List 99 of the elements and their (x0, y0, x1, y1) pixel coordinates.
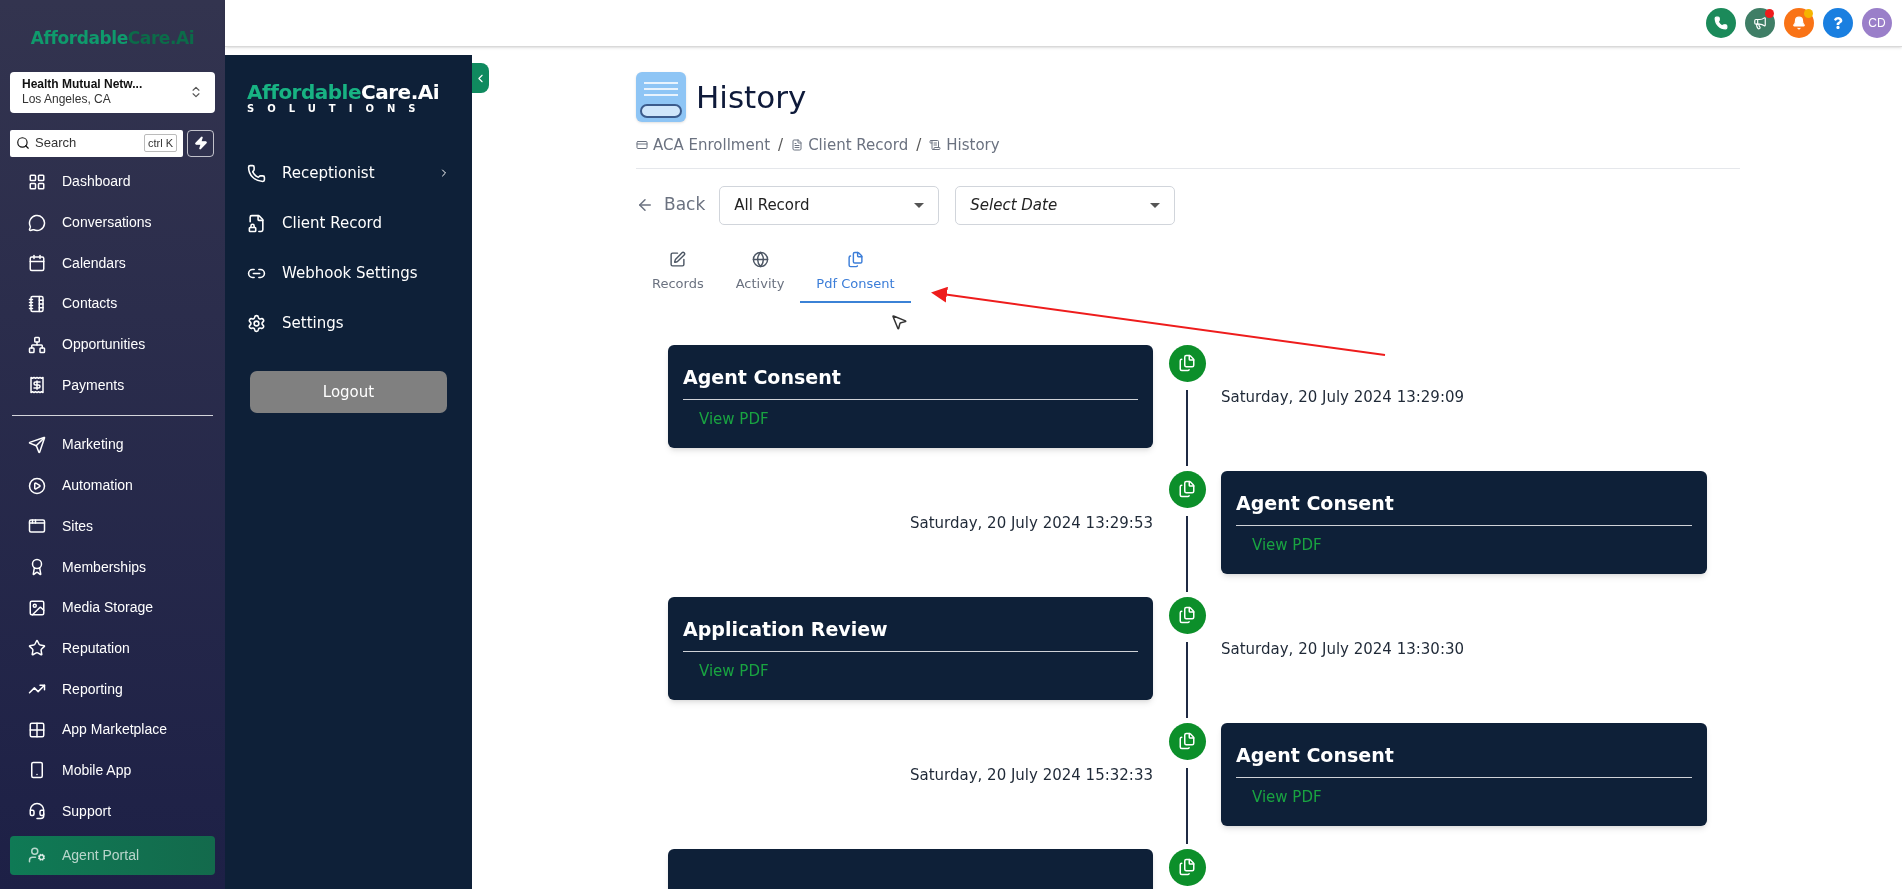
play-circle-icon (28, 476, 46, 495)
phone-icon (1714, 16, 1728, 30)
files-icon (846, 251, 864, 269)
paper-plane-icon (28, 435, 46, 454)
bell-button[interactable] (1784, 8, 1814, 38)
help-icon (1832, 17, 1844, 29)
date-select[interactable]: Select Date (955, 185, 1176, 225)
card-title: Application Review (683, 616, 889, 642)
nav-item[interactable]: Payments (10, 364, 215, 406)
globe-icon (751, 251, 769, 269)
grid-icon (28, 720, 46, 739)
collapse-button[interactable] (472, 63, 489, 93)
document-icon (791, 139, 804, 152)
calendar-icon (28, 254, 46, 273)
nav-item[interactable]: Memberships (10, 546, 215, 588)
timestamp: Saturday, 20 July 2024 13:29:53 (909, 512, 1153, 534)
receipt-icon (28, 376, 46, 395)
pdf-files-icon (1168, 344, 1206, 382)
nav-item[interactable]: Agent Portal (10, 835, 215, 875)
tab[interactable]: Pdf Consent (800, 244, 911, 303)
caret-icon (914, 202, 925, 208)
card-title: Agent Consent (683, 364, 842, 390)
nav-item[interactable]: Reporting (10, 668, 215, 710)
nav-item[interactable]: Media Storage (10, 587, 215, 629)
timestamp: Saturday, 20 July 2024 15:32:33 (909, 764, 1153, 786)
page-title: History (696, 77, 807, 117)
breadcrumb-separator: / (916, 135, 922, 156)
timestamp: Saturday, 20 July 2024 13:30:30 (1221, 638, 1465, 660)
network-icon (28, 335, 46, 354)
record-select[interactable]: All Record (719, 185, 940, 225)
star-icon (28, 639, 46, 658)
notebook-icon (28, 294, 46, 313)
document-shield-icon (247, 213, 266, 233)
nav-item[interactable]: Mobile App (10, 750, 215, 791)
user-gear-icon (28, 846, 46, 864)
account-location: Los Angeles, CA (22, 92, 112, 107)
menu-item[interactable]: Client Record (247, 198, 450, 248)
nav-item[interactable]: Contacts (10, 283, 215, 325)
card-title: Agent Consent (1236, 742, 1395, 768)
back-button[interactable]: Back (636, 192, 720, 218)
search-icon (16, 136, 30, 150)
quick-action-button[interactable] (187, 129, 214, 157)
pdf-files-icon (1168, 596, 1206, 634)
nav-item[interactable]: Sites (10, 506, 215, 547)
shortcut-hint: ctrl K (143, 133, 177, 153)
pdf-files-icon (1168, 848, 1206, 886)
search-field[interactable]: Search ctrl K (10, 129, 183, 157)
breadcrumb-link[interactable]: History (929, 134, 1000, 157)
card-title: Agent Consent (1236, 490, 1395, 516)
nav-item[interactable]: Conversations (10, 202, 215, 243)
pdf-files-icon (1168, 722, 1206, 760)
settings-icon (247, 313, 266, 333)
search-input[interactable]: Search (35, 133, 125, 153)
pdf-files-icon (1168, 470, 1206, 508)
tab[interactable]: Activity (719, 244, 801, 303)
phone-icon (247, 163, 266, 183)
tab[interactable]: Records (636, 244, 720, 303)
mouse-cursor-icon (890, 313, 908, 331)
breadcrumb-link[interactable]: ACA Enrollment (636, 134, 771, 157)
megaphone-button[interactable] (1745, 8, 1775, 38)
megaphone-icon (1753, 16, 1767, 30)
phone-icon (28, 761, 46, 780)
caret-icon (1150, 202, 1161, 208)
view-pdf-link[interactable]: View PDF (699, 408, 769, 431)
logout-button[interactable]: Logout (250, 371, 447, 413)
breadcrumb-separator: / (778, 135, 784, 156)
view-pdf-link[interactable]: View PDF (1252, 534, 1322, 557)
phone-button[interactable] (1706, 8, 1736, 38)
brand-logo: AffordableCare.Ai (30, 27, 195, 50)
view-pdf-link[interactable]: View PDF (1252, 786, 1322, 809)
nav-item[interactable]: Reputation (10, 628, 215, 669)
nav-item[interactable]: Support (10, 790, 215, 832)
menu-item[interactable]: Receptionist (247, 148, 450, 198)
view-pdf-link[interactable]: View PDF (699, 660, 769, 683)
nav-item[interactable]: Marketing (10, 424, 215, 466)
nav-item[interactable]: Opportunities (10, 324, 215, 365)
headset-icon (28, 802, 46, 821)
breadcrumb-link[interactable]: Client Record (791, 134, 909, 157)
grid-icon (28, 172, 46, 191)
menu-item[interactable]: Settings (247, 298, 450, 348)
nav-item[interactable]: Automation (10, 465, 215, 506)
menu-item[interactable]: Webhook Settings (247, 248, 450, 298)
edit-icon (669, 251, 687, 269)
lightning-icon (193, 136, 208, 150)
window-icon (28, 517, 46, 536)
nav-item[interactable]: App Marketplace (10, 709, 215, 751)
receipt-roll-icon (636, 72, 686, 122)
timestamp: Saturday, 20 July 2024 13:29:09 (1221, 386, 1465, 408)
chat-bubble-icon (28, 213, 46, 232)
nav-item[interactable]: Dashboard (10, 161, 215, 203)
image-icon (28, 598, 46, 617)
solutions-logo: AffordableCare.Ai SOLUTIONS (247, 82, 441, 114)
card-icon (636, 139, 648, 152)
bell-icon (1792, 16, 1806, 30)
help-button[interactable] (1823, 8, 1853, 38)
account-name: Health Mutual Netw... (22, 77, 143, 92)
account-switcher[interactable]: Health Mutual Netw... Los Angeles, CA (10, 71, 215, 113)
nav-item[interactable]: Calendars (10, 242, 215, 284)
scroll-icon (929, 139, 942, 152)
